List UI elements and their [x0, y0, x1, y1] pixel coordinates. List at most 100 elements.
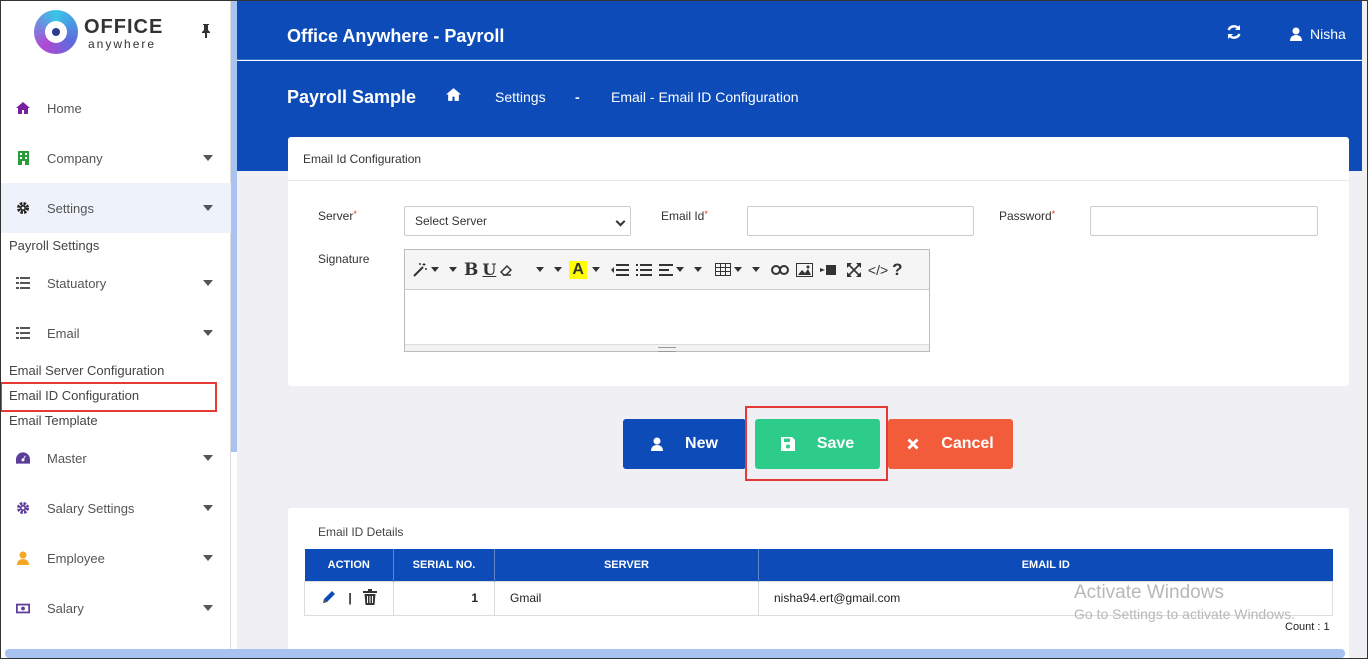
chevron-down-icon	[615, 216, 626, 227]
sidebar-item-label: Settings	[47, 200, 94, 216]
server-cell: Gmail	[494, 580, 759, 616]
refresh-icon[interactable]	[1226, 24, 1242, 45]
gear-icon	[16, 501, 30, 515]
sidebar-item-master[interactable]: Master	[0, 433, 231, 483]
column-header-email: EMAIL ID	[758, 549, 1333, 581]
sidebar-item-label: Company	[47, 150, 103, 166]
sidebar-item-label: Salary	[47, 600, 84, 616]
chevron-down-icon	[203, 280, 213, 286]
sidebar-item-label: Home	[47, 100, 82, 116]
table-header-row: ACTION SERIAL NO. SERVER EMAIL ID	[304, 549, 1333, 581]
sidebar-item-email[interactable]: Email	[0, 308, 231, 358]
chevron-down-icon	[203, 155, 213, 161]
sidebar-item-company[interactable]: Company	[0, 133, 231, 183]
list-icon	[16, 276, 30, 290]
font-size-dropdown[interactable]	[551, 267, 563, 272]
email-config-card: Email Id Configuration Server* Select Se…	[288, 137, 1349, 386]
bulleted-list-icon[interactable]	[610, 263, 629, 276]
edit-icon[interactable]	[321, 589, 337, 608]
home-icon	[16, 101, 30, 115]
sidebar-item-home[interactable]: Home	[0, 83, 231, 133]
new-button[interactable]: New	[623, 419, 746, 469]
sidebar-item-statuatory[interactable]: Statuatory	[0, 258, 231, 308]
close-icon	[907, 438, 919, 450]
video-icon[interactable]	[819, 264, 836, 276]
top-header: Office Anywhere - Payroll Nisha	[237, 0, 1368, 60]
help-icon[interactable]: ?	[892, 260, 902, 280]
eraser-icon[interactable]	[500, 264, 513, 276]
money-icon	[16, 601, 30, 615]
chevron-down-icon	[203, 505, 213, 511]
home-icon[interactable]	[446, 88, 461, 104]
breadcrumb: Payroll Sample Settings - Email - Email …	[237, 61, 1368, 136]
resize-handle[interactable]	[405, 344, 929, 352]
chevron-down-icon	[203, 330, 213, 336]
user-icon	[16, 551, 30, 565]
sidebar-item-settings[interactable]: Settings	[0, 183, 231, 233]
server-select[interactable]: Select Server	[404, 206, 631, 236]
logo-subtext: anywhere	[88, 37, 157, 51]
underline-icon[interactable]: U	[482, 260, 496, 279]
serial-cell: 1	[393, 580, 495, 616]
pin-icon[interactable]	[201, 24, 211, 41]
insert-dropdown[interactable]	[749, 267, 760, 272]
highlight-color-icon[interactable]: A	[569, 260, 587, 279]
breadcrumb-settings[interactable]: Settings	[495, 89, 546, 105]
signature-editor[interactable]: B U A </> ?	[404, 249, 930, 352]
user-name: Nisha	[1310, 26, 1346, 42]
sidebar-item-salary[interactable]: Salary	[0, 583, 231, 633]
card-title: Email Id Configuration	[303, 152, 422, 166]
signature-label: Signature	[318, 252, 370, 266]
numbered-list-icon[interactable]	[635, 263, 652, 276]
building-icon	[16, 151, 30, 165]
password-label: Password*	[999, 209, 1056, 223]
highlight-box	[745, 406, 888, 481]
image-icon[interactable]	[795, 262, 813, 277]
email-id-field[interactable]	[747, 206, 974, 236]
column-header-server: SERVER	[494, 549, 759, 581]
app-title: Office Anywhere - Payroll	[287, 26, 505, 46]
list-icon	[16, 326, 30, 340]
magic-wand-icon[interactable]	[412, 262, 439, 278]
column-header-action: ACTION	[304, 549, 394, 581]
vertical-scrollbar[interactable]	[1362, 0, 1368, 520]
cancel-button[interactable]: Cancel	[888, 419, 1013, 469]
breadcrumb-separator: -	[575, 89, 580, 105]
user-menu[interactable]: Nisha	[1290, 26, 1346, 42]
sidebar-subitem-payroll-settings[interactable]: Payroll Settings	[9, 238, 99, 253]
sidebar-subitem-email-server[interactable]: Email Server Configuration	[9, 363, 164, 378]
trash-icon[interactable]	[363, 588, 378, 608]
action-cell: |	[304, 580, 394, 616]
style-dropdown[interactable]	[446, 267, 457, 272]
link-icon[interactable]	[770, 264, 789, 275]
sidebar-item-label: Master	[47, 450, 87, 466]
color-dropdown[interactable]	[589, 267, 600, 272]
align-icon[interactable]	[658, 263, 684, 276]
highlight-box	[0, 382, 217, 412]
logo-text: OFFICE	[84, 16, 164, 38]
sidebar: OFFICE anywhere Home Company Settings Pa…	[0, 0, 231, 659]
editor-toolbar: B U A </> ?	[405, 250, 929, 290]
fullscreen-icon[interactable]	[846, 262, 861, 277]
row-count: Count : 1	[1285, 621, 1330, 633]
details-title: Email ID Details	[318, 525, 404, 539]
code-view-icon[interactable]: </>	[868, 262, 888, 278]
sidebar-subitem-email-template[interactable]: Email Template	[9, 413, 98, 428]
paragraph-dropdown[interactable]	[691, 267, 702, 272]
dashboard-icon	[16, 451, 30, 465]
windows-watermark-text: Go to Settings to activate Windows.	[1074, 606, 1295, 622]
password-field[interactable]	[1090, 206, 1318, 236]
bold-icon[interactable]: B	[464, 260, 478, 280]
table-icon[interactable]	[714, 263, 742, 276]
font-dropdown[interactable]	[533, 267, 545, 272]
chevron-down-icon	[203, 455, 213, 461]
user-icon	[1290, 27, 1302, 41]
breadcrumb-current: Email - Email ID Configuration	[611, 89, 799, 105]
logo[interactable]: OFFICE anywhere	[34, 10, 174, 54]
sidebar-item-salary-settings[interactable]: Salary Settings	[0, 483, 231, 533]
windows-watermark-title: Activate Windows	[1074, 582, 1224, 603]
horizontal-scrollbar[interactable]	[5, 649, 1345, 658]
sidebar-item-employee[interactable]: Employee	[0, 533, 231, 583]
column-header-serial: SERIAL NO.	[393, 549, 495, 581]
server-label: Server*	[318, 209, 357, 223]
